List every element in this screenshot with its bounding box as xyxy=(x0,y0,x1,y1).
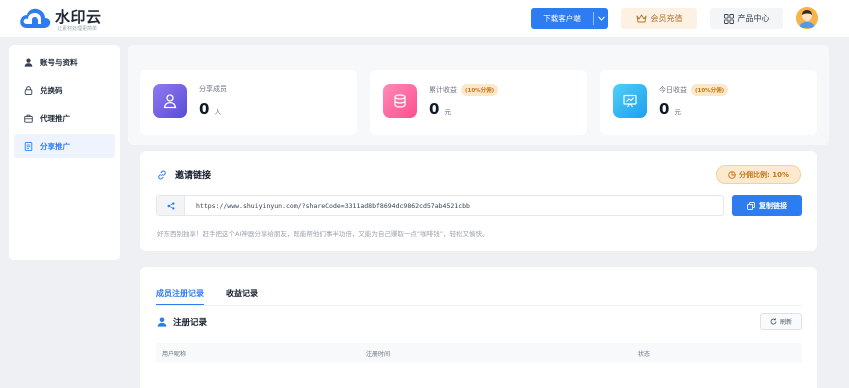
records-section-title: 注册记录 xyxy=(157,316,207,328)
column-header-status: 状态 xyxy=(638,351,651,358)
download-client-button[interactable]: 下载客户端 xyxy=(531,8,608,29)
user-avatar[interactable] xyxy=(796,7,818,29)
commission-ratio-text: 分佣比例: 10% xyxy=(739,170,789,179)
product-center-label: 产品中心 xyxy=(737,14,770,23)
link-icon xyxy=(158,170,166,179)
top-header: 水印云 让素材处理更简单 下载客户端 会员充值 产品中心 xyxy=(0,0,849,37)
sidebar-item-label: 分享推广 xyxy=(40,141,70,151)
stats-panel: 分享成员 0 人 累计收益 (10%分佣) 0 元 今日收益 (10%分佣) 0… xyxy=(128,45,829,145)
stat-number: 0 xyxy=(429,100,440,118)
brand-name: 水印云 xyxy=(55,8,102,26)
commission-badge: (10%分佣) xyxy=(461,84,499,96)
stat-unit: 元 xyxy=(674,108,681,116)
stat-unit: 元 xyxy=(444,108,451,116)
briefcase-icon xyxy=(24,114,33,123)
sidebar-item-redeem-code[interactable]: 兑换码 xyxy=(14,78,115,102)
stat-value: 0 元 xyxy=(429,100,451,118)
sidebar-item-label: 账号与资料 xyxy=(40,57,78,67)
stat-value: 0 人 xyxy=(199,100,221,118)
stat-value: 0 元 xyxy=(659,100,681,118)
stat-card-total-income: 累计收益 (10%分佣) 0 元 xyxy=(370,70,587,135)
tabs-divider xyxy=(156,305,802,306)
tab-member-registration[interactable]: 成员注册记录 xyxy=(156,288,204,306)
stat-label: 分享成员 xyxy=(199,84,227,94)
sidebar-item-label: 兑换码 xyxy=(40,85,63,95)
person-icon xyxy=(153,84,187,118)
stat-card-today-income: 今日收益 (10%分佣) 0 元 xyxy=(600,70,817,135)
pie-chart-icon xyxy=(728,170,736,179)
sidebar-nav: 账号与资料 兑换码 代理推广 分享推广 xyxy=(9,45,120,260)
cloud-logo-icon xyxy=(20,8,51,28)
chevron-down-icon[interactable] xyxy=(594,16,608,21)
sidebar-item-label: 代理推广 xyxy=(40,113,70,123)
share-icon xyxy=(157,196,185,215)
invite-hint-text: 好东西别独享！赶手把这个AI神器分享给朋友，既能帮他们事半功倍，又能为自己赚取一… xyxy=(157,230,489,238)
user-icon xyxy=(24,58,33,67)
records-tabs: 成员注册记录 收益记录 xyxy=(156,288,258,306)
sidebar-item-share-promotion[interactable]: 分享推广 xyxy=(14,134,115,158)
commission-ratio-badge: 分佣比例: 10% xyxy=(716,165,801,184)
tab-income-records[interactable]: 收益记录 xyxy=(226,288,258,306)
crown-icon xyxy=(636,14,646,23)
refresh-label: 刷新 xyxy=(779,319,792,326)
brand-logo[interactable]: 水印云 让素材处理更简单 xyxy=(18,6,118,32)
coins-icon xyxy=(383,84,417,118)
stat-label: 累计收益 (10%分佣) xyxy=(429,84,499,96)
stat-unit: 人 xyxy=(214,108,221,116)
stat-label-text: 分享成员 xyxy=(199,85,227,93)
share-link-text[interactable]: https://www.shuiyinyun.com/?shareCode=33… xyxy=(185,202,470,210)
records-card: 成员注册记录 收益记录 注册记录 刷新 用户昵称 注册时间 状态 xyxy=(140,267,817,388)
share-link-field[interactable]: https://www.shuiyinyun.com/?shareCode=33… xyxy=(156,195,724,216)
copy-link-button[interactable]: 复制链接 xyxy=(732,195,802,216)
download-client-label: 下载客户端 xyxy=(543,14,581,23)
stat-label-text: 今日收益 xyxy=(659,86,687,94)
copy-icon xyxy=(747,201,755,210)
product-center-button[interactable]: 产品中心 xyxy=(710,8,783,29)
stat-label: 今日收益 (10%分佣) xyxy=(659,84,729,96)
vip-recharge-button[interactable]: 会员充值 xyxy=(621,8,697,29)
stat-label-text: 累计收益 xyxy=(429,86,457,94)
stat-card-members: 分享成员 0 人 xyxy=(140,70,357,135)
records-title-text: 注册记录 xyxy=(173,318,208,328)
user-icon xyxy=(157,317,167,327)
vip-recharge-label: 会员充值 xyxy=(650,14,683,23)
grid-icon xyxy=(723,13,734,24)
invite-link-card: 邀请链接 分佣比例: 10% https://www.shuiyinyun.co… xyxy=(140,151,817,251)
lock-icon xyxy=(24,85,33,95)
copy-link-label: 复制链接 xyxy=(759,201,787,210)
avatar-person-icon xyxy=(796,7,818,29)
refresh-icon xyxy=(770,318,777,325)
brand-slogan: 让素材处理更简单 xyxy=(57,26,98,32)
stat-number: 0 xyxy=(199,100,210,118)
sidebar-item-account[interactable]: 账号与资料 xyxy=(14,50,115,74)
stat-number: 0 xyxy=(659,100,670,118)
document-icon xyxy=(24,141,33,151)
chart-board-icon xyxy=(613,84,647,118)
refresh-button[interactable]: 刷新 xyxy=(760,313,802,330)
column-header-nickname: 用户昵称 xyxy=(162,351,187,358)
column-header-register-time: 注册时间 xyxy=(366,351,391,358)
invite-title: 邀请链接 xyxy=(157,168,211,181)
sidebar-item-agent-promotion[interactable]: 代理推广 xyxy=(14,106,115,130)
table-header: 用户昵称 注册时间 状态 xyxy=(156,343,802,363)
commission-badge: (10%分佣) xyxy=(691,84,729,96)
invite-title-text: 邀请链接 xyxy=(175,171,212,181)
